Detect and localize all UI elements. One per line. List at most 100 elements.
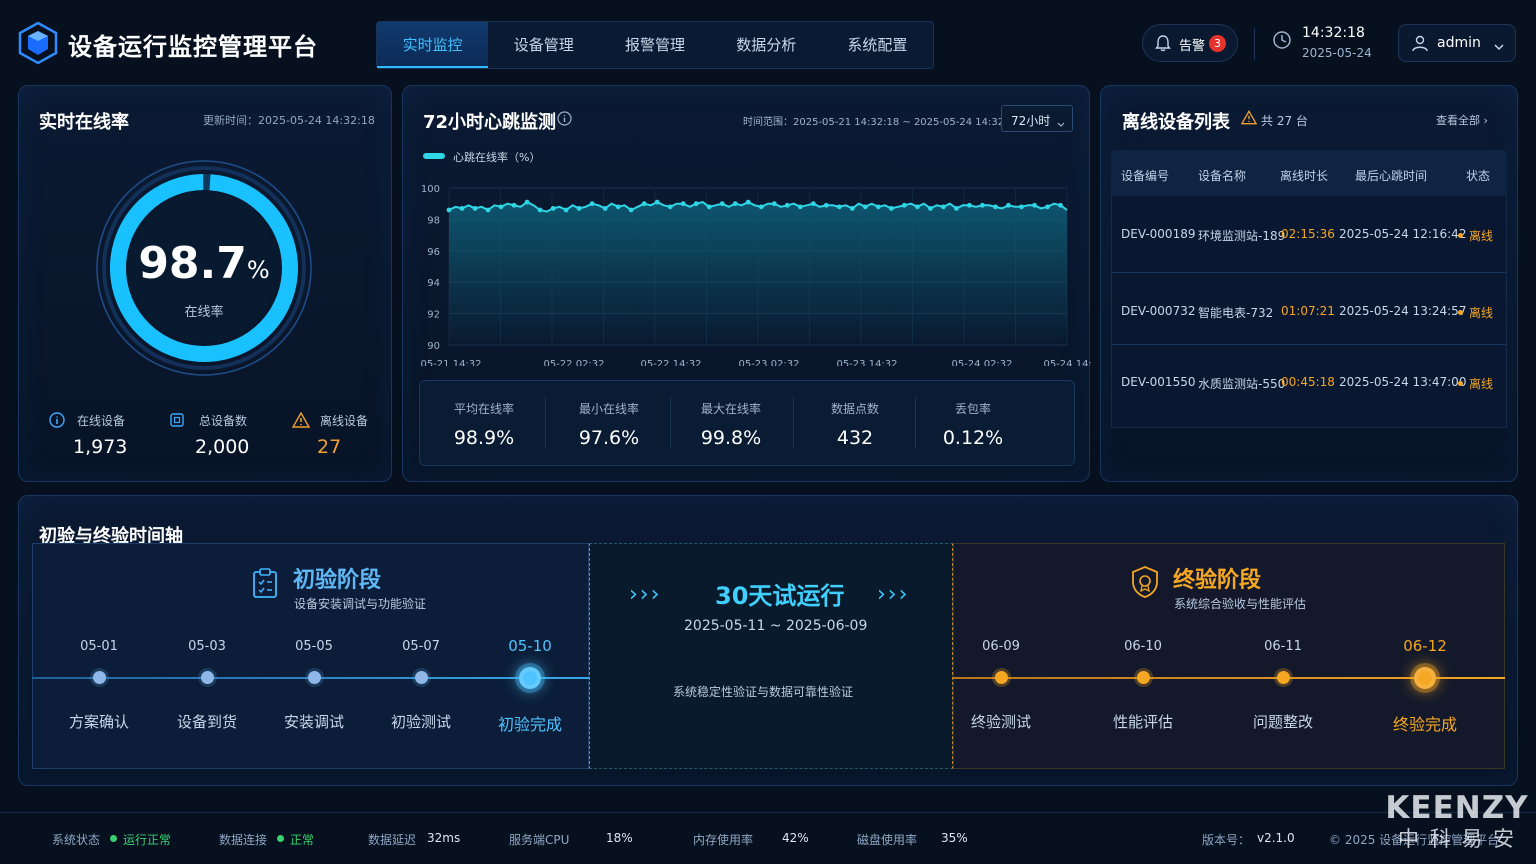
timeline-milestone-active[interactable] — [1414, 667, 1436, 689]
timeline-milestone[interactable] — [1137, 671, 1150, 684]
legend-label: 心跳在线率（%） — [453, 151, 541, 164]
nav-tab-alarms[interactable]: 报警管理 — [599, 22, 710, 68]
chart-data-point — [927, 206, 933, 211]
timeline-step-label: 终验测试 — [970, 713, 1031, 731]
chart-data-point — [758, 204, 764, 210]
chart-data-point — [732, 201, 738, 207]
time-range-select[interactable]: 72小时 — [1001, 105, 1073, 132]
nav-tab-devices[interactable]: 设备管理 — [488, 22, 599, 68]
view-all-link[interactable]: 查看全部 › — [1436, 112, 1488, 128]
chevron-down-icon — [1493, 37, 1505, 56]
stat-loss-value: 0.12% — [942, 427, 1004, 449]
timeline-step-label: 方案确认 — [68, 713, 129, 731]
online-rate-gauge: 98.7% 在线率 — [94, 158, 314, 378]
chart-data-point — [693, 201, 699, 207]
user-menu[interactable]: admin — [1398, 24, 1516, 62]
x-tick-label: 05-22 02:32 — [543, 359, 604, 366]
update-time-label: 更新时间： — [203, 114, 258, 127]
offline-devices-value: 27 — [317, 436, 342, 458]
footer-divider — [0, 812, 1536, 813]
stat-divider — [545, 397, 546, 449]
timeline-milestone[interactable] — [415, 671, 428, 684]
timeline-date: 06-09 — [982, 639, 1020, 654]
chart-data-point — [849, 206, 855, 211]
status-dot — [1458, 310, 1463, 315]
chart-data-point — [602, 206, 608, 211]
app-logo — [18, 21, 58, 65]
x-tick-label: 05-23 14:32 — [836, 359, 897, 366]
alarm-button[interactable]: 告警 3 — [1142, 24, 1238, 62]
table-row[interactable]: DEV-001550 水质监测站-550 00:45:18 2025-05-24… — [1111, 345, 1507, 428]
stat-min: 最小在线率 97.6% — [549, 400, 669, 449]
heartbeat-panel: 72小时心跳监测 时间范围：2025-05-21 14:32:18 ~ 2025… — [402, 85, 1091, 482]
col-device-name: 设备名称 — [1198, 169, 1247, 183]
stat-max-label: 最大在线率 — [700, 402, 761, 416]
version-label: 版本号： — [1202, 833, 1251, 847]
chart-data-point — [914, 204, 920, 210]
view-all-label: 查看全部 — [1436, 114, 1480, 127]
trial-date-range: 2025-05-11 ~ 2025-06-09 — [684, 618, 868, 634]
timeline-step-label: 初验测试 — [390, 713, 451, 731]
alarm-count-badge: 3 — [1209, 35, 1226, 52]
table-row[interactable]: DEV-000732 智能电表-732 01:07:21 2025-05-24 … — [1111, 273, 1507, 345]
timeline-milestone[interactable] — [201, 671, 214, 684]
chart-data-point — [628, 207, 634, 213]
chart-data-point — [810, 201, 816, 207]
timeline-date: 05-01 — [80, 639, 118, 654]
chart-data-point — [680, 201, 686, 207]
row-device-name: 水质监测站-550 — [1198, 377, 1286, 391]
initial-stage-subtitle: 设备安装调试与功能验证 — [294, 597, 427, 611]
stat-min-label: 最小在线率 — [578, 402, 639, 416]
timeline-step-label: 终验完成 — [1392, 715, 1457, 734]
update-time: 更新时间：2025-05-24 14:32:18 — [203, 112, 375, 128]
chart-data-point — [459, 206, 465, 211]
y-tick-label: 100 — [421, 184, 440, 195]
clipboard-check-icon — [251, 567, 279, 603]
chart-data-point — [993, 204, 998, 210]
chart-data-point — [1032, 202, 1037, 208]
status-dot — [110, 835, 117, 842]
row-offline-duration: 02:15:36 — [1281, 227, 1335, 241]
timeline-milestone[interactable] — [995, 671, 1008, 684]
online-rate-number: 98.7 — [138, 238, 247, 289]
timeline-date: 05-07 — [402, 639, 440, 654]
x-tick-label: 05-24 02:32 — [951, 359, 1012, 366]
nav-tab-realtime[interactable]: 实时监控 — [377, 22, 489, 68]
chart-data-point — [511, 202, 517, 208]
memory-value: 42% — [782, 831, 809, 845]
chart-data-point — [862, 204, 868, 210]
x-tick-label: 05-23 02:32 — [738, 359, 799, 366]
status-dot — [1458, 381, 1463, 386]
chart-data-point — [941, 204, 946, 210]
chart-data-point — [485, 207, 491, 213]
info-icon[interactable] — [557, 111, 572, 130]
chart-data-point — [589, 201, 595, 207]
nav-tab-analysis[interactable]: 数据分析 — [711, 22, 822, 68]
chart-data-point — [1058, 202, 1063, 208]
chart-data-point — [875, 204, 881, 210]
chart-data-point — [771, 201, 777, 207]
row-device-id: DEV-001550 — [1121, 375, 1196, 389]
table-row[interactable]: DEV-000189 环境监测站-189 02:15:36 2025-05-24… — [1111, 196, 1507, 273]
bell-icon — [1155, 34, 1171, 56]
time-range-select-value: 72小时 — [1011, 114, 1051, 128]
final-stage-title: 终验阶段 — [1173, 568, 1262, 593]
chart-data-point — [967, 202, 972, 208]
trial-title: 30天试运行 — [715, 582, 845, 610]
timeline-milestone[interactable] — [308, 671, 321, 684]
timeline-milestone[interactable] — [93, 671, 106, 684]
clock-icon — [1272, 30, 1292, 54]
timeline-milestone-active[interactable] — [519, 667, 541, 689]
device-box-icon — [169, 412, 185, 432]
timeline-milestone[interactable] — [1277, 671, 1290, 684]
x-tick-label: 05-24 14:32 — [1043, 359, 1091, 366]
row-device-name: 环境监测站-189 — [1198, 229, 1286, 243]
nav-tab-config[interactable]: 系统配置 — [822, 22, 933, 68]
status-dot — [277, 835, 284, 842]
time-range-value: 2025-05-21 14:32:18 ~ 2025-05-24 14:32:1… — [793, 117, 1021, 128]
chart-data-point — [784, 202, 790, 208]
row-offline-duration: 01:07:21 — [1281, 304, 1335, 318]
x-tick-label: 05-21 14:32 — [420, 359, 481, 366]
chart-data-point — [980, 202, 985, 208]
stat-min-value: 97.6% — [578, 427, 640, 449]
